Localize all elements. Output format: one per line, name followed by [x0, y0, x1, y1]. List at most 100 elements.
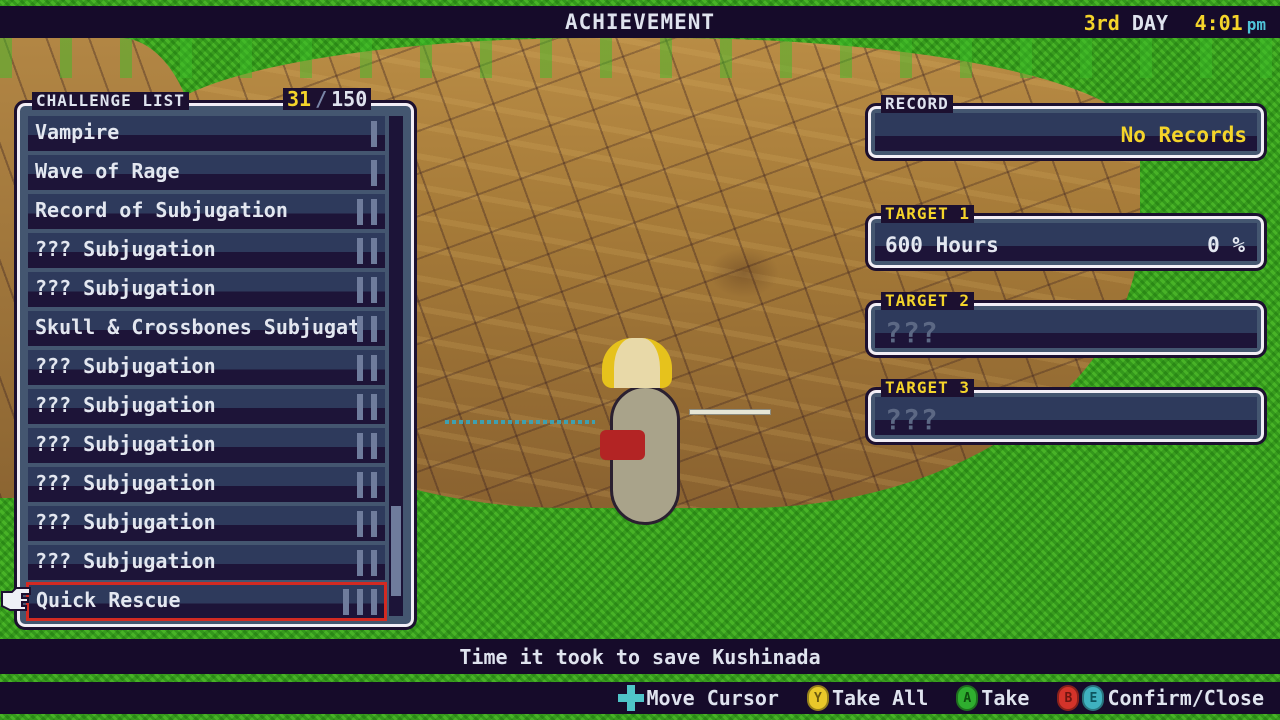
challenge-name: ??? Subjugation: [35, 548, 216, 573]
character-helmet: [602, 338, 672, 388]
challenge-row[interactable]: ??? Subjugation: [28, 428, 385, 463]
challenge-row[interactable]: Wave of Rage: [28, 155, 385, 190]
challenge-name: Vampire: [35, 119, 120, 144]
target-3-name: ???: [885, 403, 939, 436]
rank-bar-icon: [371, 588, 377, 615]
challenge-row-selected[interactable]: Quick Rescue: [26, 582, 387, 621]
a-button-icon: A: [956, 685, 979, 711]
challenge-rank: [357, 510, 385, 537]
challenge-rank: [357, 276, 385, 303]
record-box: No Records: [875, 113, 1257, 151]
rank-bar-icon: [357, 471, 363, 498]
challenge-row[interactable]: Record of Subjugation: [28, 194, 385, 229]
challenge-count-separator: /: [315, 87, 328, 111]
challenge-rank: [357, 237, 385, 264]
challenge-rank: [371, 120, 385, 147]
target-1-label: TARGET 1: [881, 205, 975, 223]
rank-bar-icon: [371, 393, 377, 420]
description-bar: Time it took to save Kushinada: [0, 639, 1280, 674]
hand-pointer-icon: [1, 587, 31, 611]
challenge-row[interactable]: ??? Subjugation: [28, 350, 385, 385]
challenge-name: ??? Subjugation: [35, 470, 216, 495]
challenge-row[interactable]: Vampire: [28, 116, 385, 151]
rank-bar-icon: [357, 354, 363, 381]
rank-bar-icon: [357, 237, 363, 264]
target-1-name: 600 Hours: [885, 233, 999, 257]
target-3-panel: TARGET 3 ???: [865, 379, 1267, 445]
e-button-icon: E: [1082, 685, 1105, 711]
rank-bar-icon: [343, 588, 349, 615]
rank-bar-icon: [371, 354, 377, 381]
move-cursor-hint[interactable]: Move Cursor: [617, 685, 779, 711]
y-button-icon: Y: [806, 685, 829, 711]
take-all-hint[interactable]: Y Take All: [806, 685, 929, 711]
rank-bar-icon: [371, 120, 377, 147]
record-panel: RECORD No Records: [865, 95, 1267, 161]
rank-bar-icon: [357, 588, 363, 615]
challenge-name: ??? Subjugation: [35, 509, 216, 534]
challenge-rank: [371, 159, 385, 186]
b-button-icon: B: [1057, 685, 1080, 711]
challenge-list: Vampire Wave of Rage Record of Subjugation…: [26, 116, 387, 623]
confirm-close-hint[interactable]: B E Confirm/Close: [1057, 685, 1264, 711]
challenge-row[interactable]: ??? Subjugation: [28, 272, 385, 307]
challenge-row[interactable]: ??? Subjugation: [28, 389, 385, 424]
day-number: 3rd: [1083, 11, 1120, 35]
challenge-rank: [357, 354, 385, 381]
challenge-name: ??? Subjugation: [35, 431, 216, 456]
challenge-list-panel: CHALLENGE LIST Vampire Wave of Rage Record…: [14, 92, 417, 630]
sword: [690, 410, 770, 414]
rank-bar-icon: [357, 393, 363, 420]
take-all-label: Take All: [831, 686, 929, 710]
day-label: DAY: [1131, 11, 1168, 35]
rank-bar-icon: [371, 471, 377, 498]
challenge-name: ??? Subjugation: [35, 392, 216, 417]
record-label: RECORD: [881, 95, 953, 113]
rank-bar-icon: [371, 276, 377, 303]
challenge-rank: [357, 393, 385, 420]
target-2-panel: TARGET 2 ???: [865, 292, 1267, 358]
rank-bar-icon: [357, 549, 363, 576]
challenge-name: Wave of Rage: [35, 158, 180, 183]
challenge-row[interactable]: ??? Subjugation: [28, 233, 385, 268]
challenge-rank: [357, 315, 385, 342]
clock-ampm: pm: [1246, 15, 1266, 34]
challenge-name: Quick Rescue: [36, 587, 181, 612]
challenge-row[interactable]: Skull & Crossbones Subjugation: [28, 311, 385, 346]
day-counter: 3rd DAY: [1084, 11, 1168, 35]
challenge-row[interactable]: ??? Subjugation: [28, 545, 385, 580]
rank-bar-icon: [371, 159, 377, 186]
take-hint[interactable]: A Take: [956, 685, 1029, 711]
rank-bar-icon: [371, 549, 377, 576]
character-scarf: [600, 430, 645, 460]
scrollbar-thumb[interactable]: [391, 506, 401, 596]
target-3-box: ???: [875, 397, 1257, 436]
challenge-rank: [357, 198, 385, 225]
take-label: Take: [981, 686, 1030, 710]
rank-bar-icon: [371, 237, 377, 264]
challenge-count-total: 150: [331, 87, 368, 111]
move-cursor-label: Move Cursor: [646, 686, 779, 710]
target-2-box: ???: [875, 310, 1257, 349]
rank-bar-icon: [371, 432, 377, 459]
challenge-row[interactable]: ??? Subjugation: [28, 467, 385, 502]
challenge-name: ??? Subjugation: [35, 236, 216, 261]
list-scrollbar[interactable]: [389, 116, 403, 616]
target-1-progress: 0 %: [1207, 233, 1245, 257]
challenge-name: ??? Subjugation: [35, 353, 216, 378]
rank-bar-icon: [357, 276, 363, 303]
foliage: [0, 38, 1280, 78]
rank-bar-icon: [357, 315, 363, 342]
record-value: No Records: [1120, 123, 1247, 147]
rank-bar-icon: [357, 198, 363, 225]
target-1-panel: TARGET 1 600 Hours 0 %: [865, 205, 1267, 271]
description-text: Time it took to save Kushinada: [459, 645, 821, 669]
challenge-row[interactable]: ??? Subjugation: [28, 506, 385, 541]
rank-bar-icon: [357, 432, 363, 459]
target-2-name: ???: [885, 316, 939, 349]
challenge-list-label: CHALLENGE LIST: [32, 92, 189, 110]
clock-time: 4:01: [1194, 11, 1243, 35]
spear: [445, 420, 595, 424]
challenge-count-current: 31: [287, 87, 312, 111]
rank-bar-icon: [371, 198, 377, 225]
